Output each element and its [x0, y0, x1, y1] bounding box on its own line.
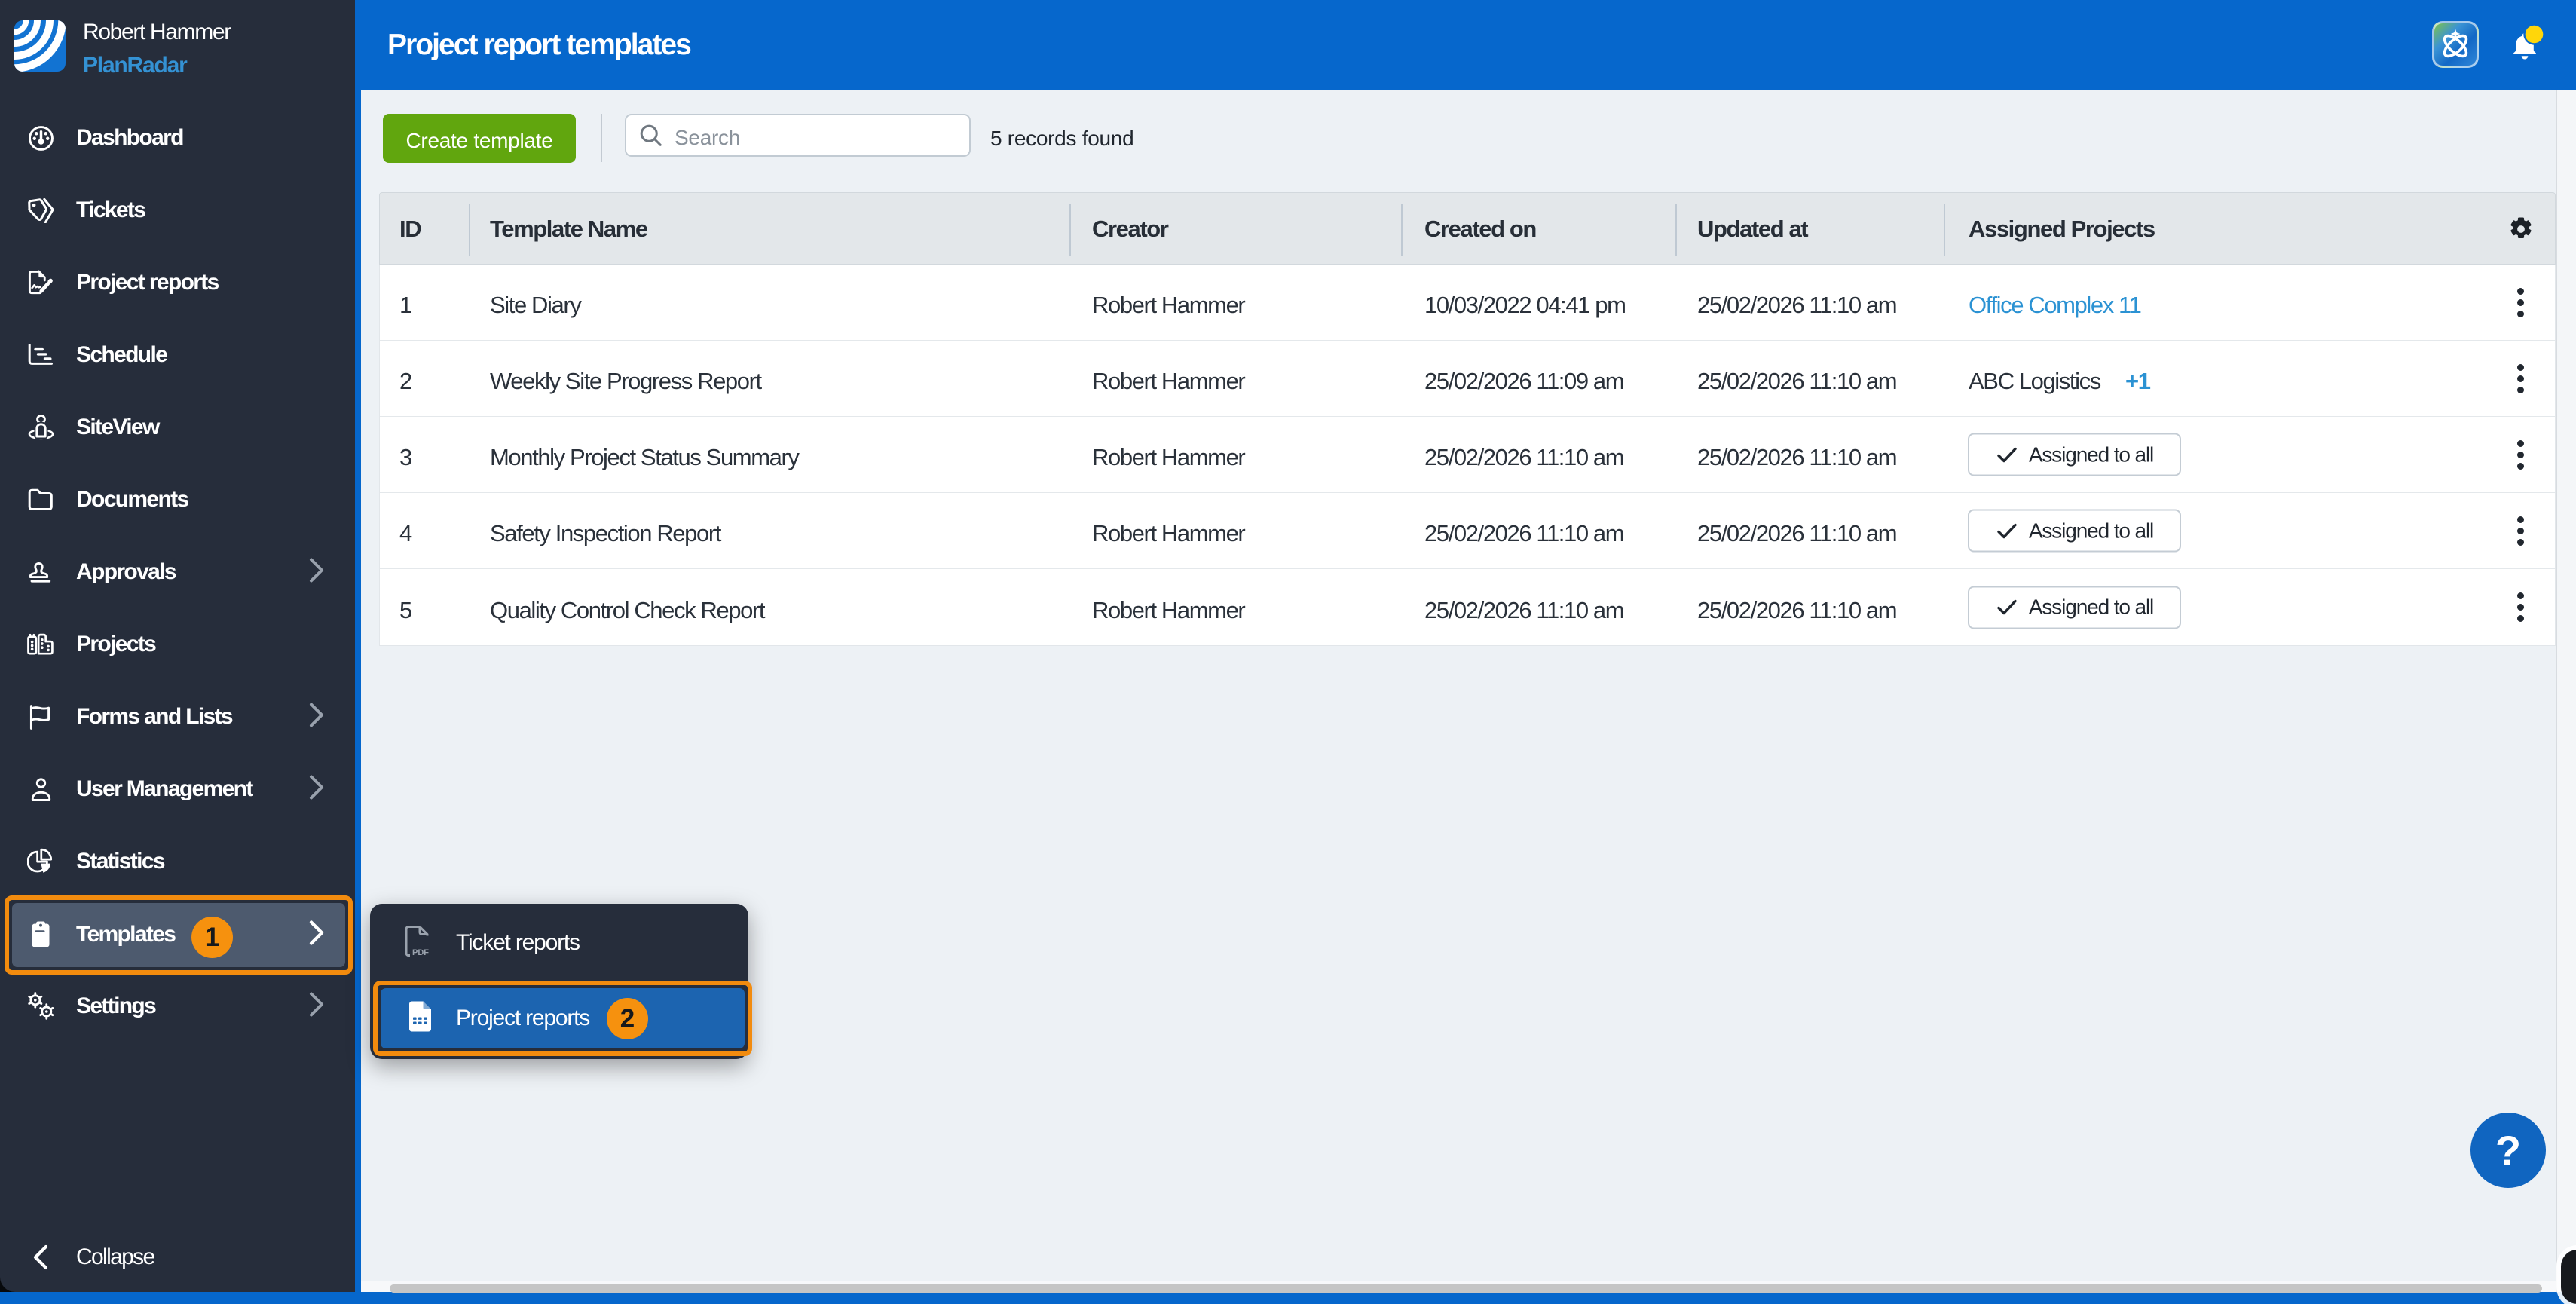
svg-text:PDF: PDF	[412, 948, 429, 957]
